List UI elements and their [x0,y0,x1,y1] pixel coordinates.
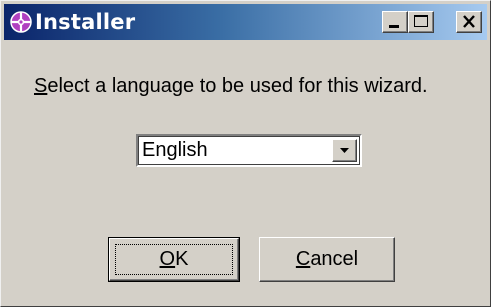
installer-app-icon [10,11,32,33]
ok-mnemonic: O [159,248,176,270]
prompt-text: elect a language to be used for this wiz… [47,75,428,97]
chevron-down-icon [340,148,349,153]
cancel-button-label: Cancel [260,248,394,271]
ok-button[interactable]: OK [108,237,240,282]
ok-rest: K [175,248,189,270]
cancel-button[interactable]: Cancel [259,237,395,282]
maximize-button[interactable] [408,11,434,33]
minimize-button[interactable] [382,11,408,33]
prompt-mnemonic: S [34,75,48,97]
close-button[interactable] [456,11,482,33]
language-prompt: Select a language to be used for this wi… [34,75,428,98]
cancel-rest: ancel [310,248,359,270]
cancel-mnemonic: C [295,248,311,270]
title-bar[interactable]: Installer [4,4,487,40]
close-icon [463,15,475,28]
installer-window: Installer Select a language to be used f… [0,0,491,307]
language-select[interactable]: English [136,134,362,167]
ok-button-label: OK [109,248,239,271]
window-title: Installer [35,10,136,34]
language-select-value: English [142,139,208,161]
maximize-icon [414,15,428,27]
language-select-dropdown-button[interactable] [332,139,357,162]
minimize-icon [389,25,399,28]
